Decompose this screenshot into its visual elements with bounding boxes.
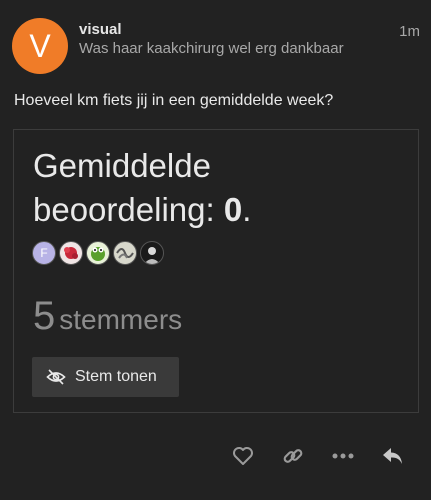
- username[interactable]: visual: [79, 21, 122, 38]
- average-label: Gemiddelde beoordeling:: [33, 147, 224, 228]
- voter-avatar[interactable]: F: [32, 241, 56, 265]
- voter-initial: F: [40, 246, 48, 260]
- user-title: Was haar kaakchirurg wel erg dankbaar: [79, 40, 344, 57]
- show-results-label: Stem tonen: [75, 368, 157, 385]
- voter-count: 5 stemmers: [33, 294, 182, 339]
- voter-avatar[interactable]: [86, 241, 110, 265]
- poll: Gemiddelde beoordeling: 0. F 5 stemmers S…: [13, 129, 419, 413]
- portrait-avatar-icon: [144, 247, 160, 264]
- voter-avatars: F: [32, 241, 164, 269]
- ellipsis-icon: [332, 453, 354, 459]
- show-results-button[interactable]: Stem tonen: [32, 357, 179, 397]
- average-rating: Gemiddelde beoordeling: 0.: [33, 144, 393, 232]
- more-actions-button[interactable]: [327, 440, 359, 472]
- pattern-avatar-icon: [116, 248, 134, 259]
- flower-avatar-icon: [64, 247, 78, 259]
- voter-avatar[interactable]: [59, 241, 83, 265]
- average-value: 0: [223, 191, 243, 228]
- like-button[interactable]: [227, 440, 259, 472]
- post-controls: [227, 440, 409, 472]
- post-question: Hoeveel km fiets jij in een gemiddelde w…: [14, 92, 334, 109]
- average-suffix: .: [242, 191, 252, 228]
- frog-avatar-icon: [91, 247, 105, 261]
- voter-count-label: stemmers: [59, 304, 183, 335]
- heart-icon: [233, 447, 253, 465]
- post-header: V visual Was haar kaakchirurg wel erg da…: [12, 18, 420, 74]
- link-icon: [283, 449, 303, 463]
- share-button[interactable]: [277, 440, 309, 472]
- voter-avatar[interactable]: [113, 241, 137, 265]
- eye-slash-icon: [46, 369, 66, 385]
- voter-count-number: 5: [33, 294, 56, 338]
- reply-button[interactable]: [377, 440, 409, 472]
- post-age[interactable]: 1m: [399, 23, 420, 40]
- avatar[interactable]: V: [12, 18, 68, 74]
- reply-icon: [383, 448, 402, 464]
- avatar-letter: V: [29, 27, 51, 64]
- voter-avatar[interactable]: [140, 241, 164, 265]
